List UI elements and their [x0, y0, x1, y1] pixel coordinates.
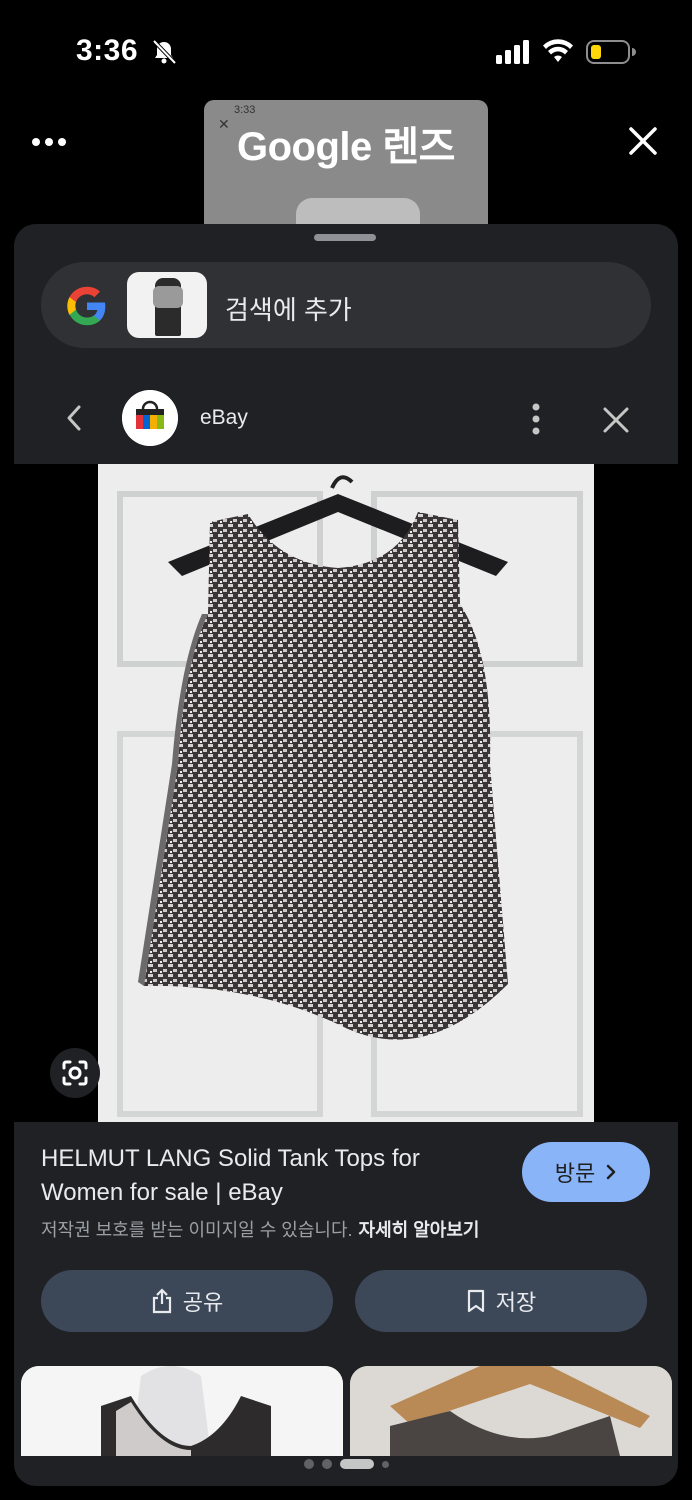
related-result-2[interactable]	[350, 1366, 672, 1456]
add-to-search-bar[interactable]: 검색에 추가	[41, 262, 651, 348]
results-sheet: 검색에 추가 eBay HELMUT LANG Solid Tank Tops …	[14, 224, 678, 1486]
more-vertical-icon[interactable]	[526, 402, 546, 436]
status-bar: 3:36	[0, 0, 692, 100]
chevron-right-icon	[606, 1164, 616, 1180]
close-icon[interactable]	[624, 122, 662, 160]
visit-button[interactable]: 방문	[522, 1142, 650, 1202]
source-site-name[interactable]: eBay	[200, 406, 248, 430]
save-button[interactable]: 저장	[355, 1270, 647, 1332]
source-header: eBay	[14, 374, 678, 464]
share-button[interactable]: 공유	[41, 1270, 333, 1332]
copyright-notice: 저작권 보호를 받는 이미지일 수 있습니다. 자세히 알아보기	[41, 1216, 479, 1242]
thumbnail-top	[153, 286, 183, 308]
google-g-icon	[67, 286, 106, 326]
drag-handle[interactable]	[314, 234, 376, 241]
save-label: 저장	[495, 1290, 537, 1315]
page-dot[interactable]	[303, 1459, 314, 1469]
product-image-drawing	[98, 464, 594, 1122]
related-image-2	[350, 1366, 672, 1456]
bell-off-icon	[152, 39, 177, 65]
copyright-text: 저작권 보호를 받는 이미지일 수 있습니다.	[41, 1220, 353, 1240]
query-image-thumbnail	[127, 272, 207, 338]
battery-icon	[586, 40, 636, 64]
add-to-search-label: 검색에 추가	[225, 295, 352, 325]
chevron-left-icon[interactable]	[62, 402, 86, 434]
signal-icon	[496, 40, 529, 64]
result-image-area	[14, 464, 678, 1122]
ebay-logo	[122, 390, 178, 446]
learn-more-link[interactable]: 자세히 알아보기	[359, 1220, 480, 1240]
related-result-1[interactable]	[21, 1366, 343, 1456]
lens-crop-icon[interactable]	[50, 1048, 100, 1098]
page-title: Google 렌즈	[237, 125, 456, 169]
page-dot[interactable]	[321, 1459, 332, 1469]
product-image[interactable]	[98, 464, 594, 1122]
result-info: HELMUT LANG Solid Tank Tops for Women fo…	[14, 1122, 678, 1402]
share-label: 공유	[182, 1290, 224, 1315]
status-time: 3:36	[76, 34, 139, 67]
page-dot-active[interactable]	[339, 1459, 374, 1469]
close-source-icon[interactable]	[600, 404, 632, 436]
product-title[interactable]: HELMUT LANG Solid Tank Tops for Women fo…	[41, 1142, 481, 1210]
share-icon	[152, 1288, 171, 1314]
page-dot[interactable]	[381, 1460, 389, 1468]
wifi-icon	[543, 39, 573, 62]
bookmark-icon	[467, 1289, 484, 1313]
related-image-1	[21, 1366, 343, 1456]
pagination-dots	[14, 1454, 678, 1474]
visit-label: 방문	[554, 1161, 596, 1186]
